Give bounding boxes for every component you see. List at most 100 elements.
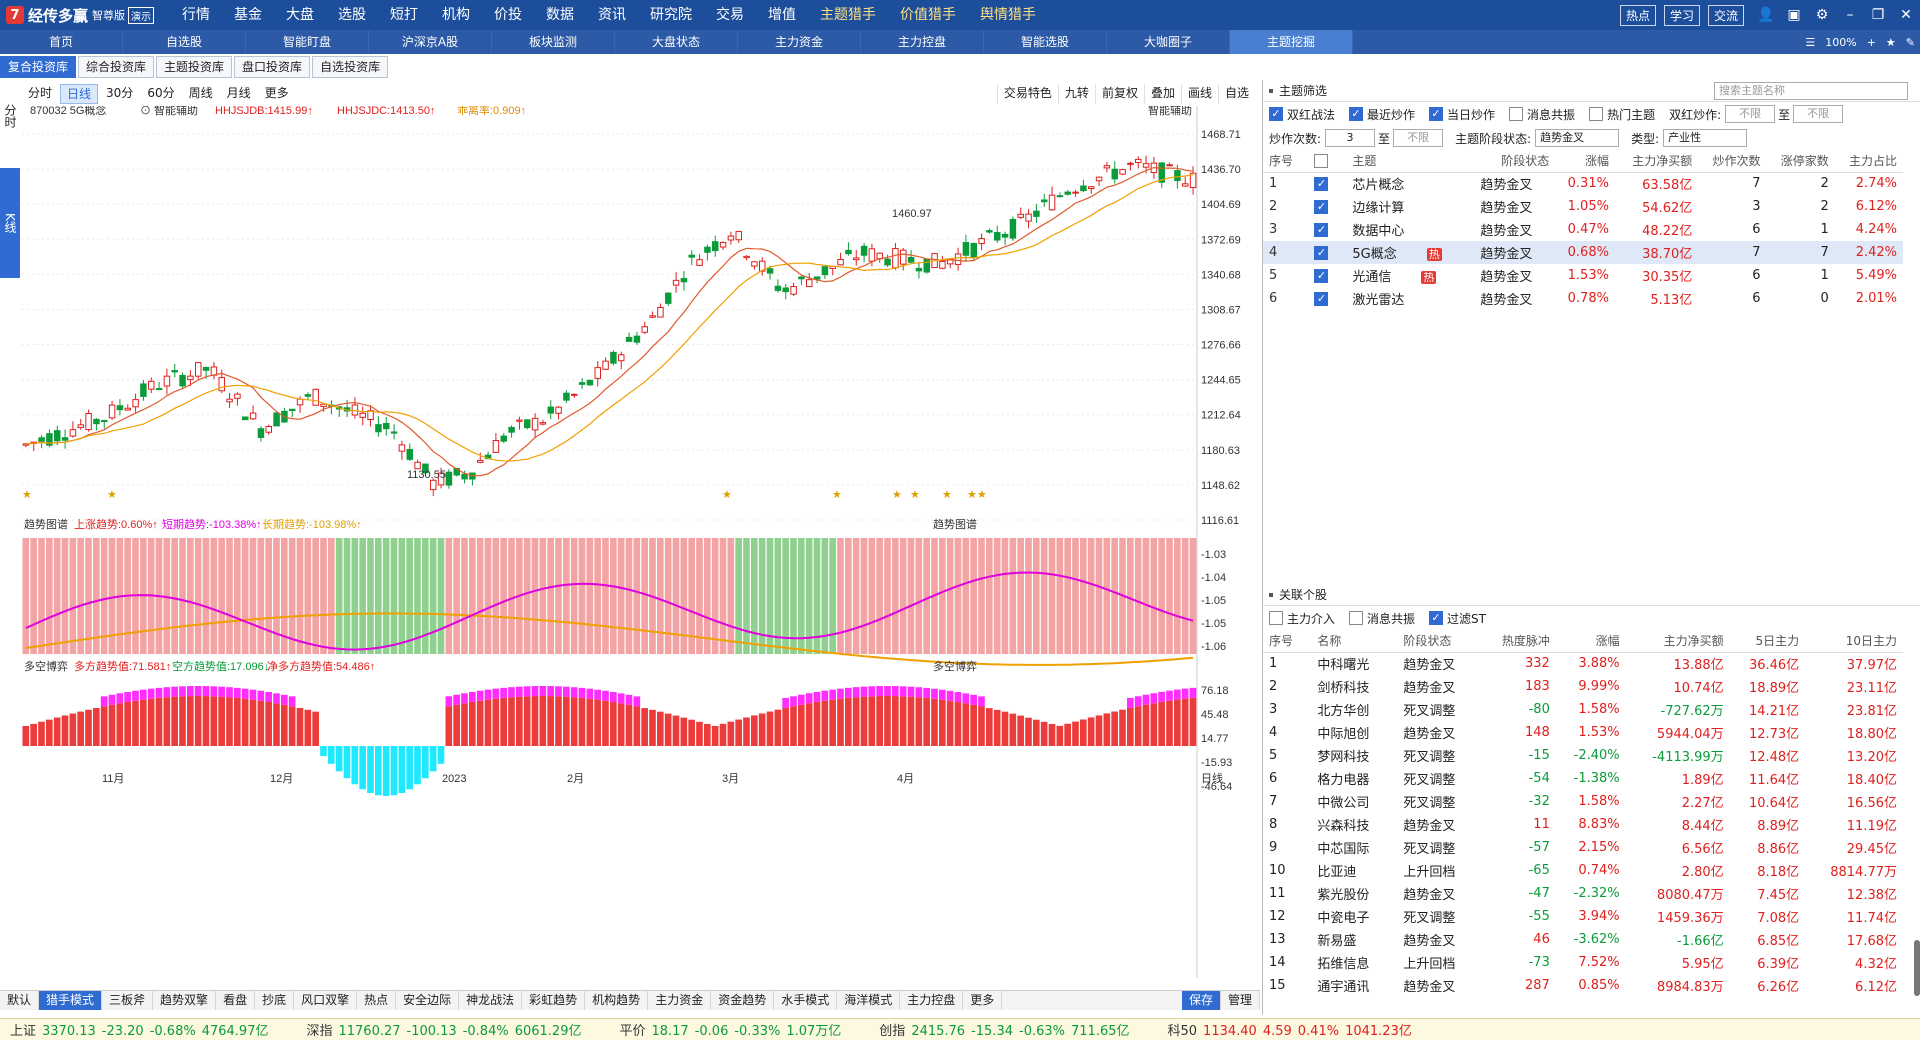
- theme-check-3[interactable]: 消息共振: [1509, 106, 1575, 123]
- checkbox[interactable]: [1589, 107, 1604, 121]
- theme-col-5[interactable]: 主力净买额: [1614, 150, 1699, 173]
- menu-item-0[interactable]: 行情: [170, 0, 222, 30]
- mode-tab-0[interactable]: 默认: [0, 991, 40, 1010]
- side-tab-kline[interactable]: K线: [0, 168, 20, 278]
- kline-chart-svg[interactable]: 870032 5G概念 ⊙ 智能辅助 HHJSJDB:1415.99↑ HHJSJDC…: [22, 103, 1259, 984]
- nav-tab-9[interactable]: 大咖圈子: [1107, 30, 1230, 54]
- index-3[interactable]: 创指 2415.76 -15.34 -0.63% 711.65亿: [869, 1020, 1135, 1039]
- nav-tab-10[interactable]: 主题挖掘: [1230, 30, 1353, 54]
- nav-tab-7[interactable]: 主力控盘: [861, 30, 984, 54]
- mode-tab-14[interactable]: 水手模式: [774, 991, 838, 1010]
- related-col-3[interactable]: 热度脉冲: [1483, 630, 1556, 653]
- theme-col-0[interactable]: 序号: [1263, 150, 1309, 173]
- related-row[interactable]: 1 中科曙光 趋势金叉 332 3.88% 13.88亿 36.46亿 37.97亿: [1263, 652, 1903, 675]
- settings-icon[interactable]: ⚙: [1808, 7, 1836, 23]
- index-1[interactable]: 深指 11760.27 -100.13 -0.84% 6061.29亿: [296, 1020, 587, 1039]
- theme-cell-cb[interactable]: ✓: [1308, 287, 1346, 310]
- pin-icon[interactable]: ✎: [1901, 36, 1920, 49]
- menu-icon[interactable]: ☰: [1800, 36, 1820, 49]
- theme-check-0[interactable]: ✓ 双红战法: [1269, 106, 1335, 123]
- related-check-1[interactable]: 消息共振: [1349, 610, 1415, 627]
- minimize-icon[interactable]: –: [1836, 7, 1864, 23]
- period-tab-4[interactable]: 周线: [183, 84, 219, 104]
- related-row[interactable]: 3 北方华创 死叉调整 -80 1.58% -727.62万 14.21亿 23.81亿: [1263, 698, 1903, 721]
- nav-tab-2[interactable]: 智能盯盘: [246, 30, 369, 54]
- related-col-0[interactable]: 序号: [1263, 630, 1312, 653]
- theme-col-7[interactable]: 涨停家数: [1766, 150, 1835, 173]
- checkbox[interactable]: ✓: [1269, 107, 1283, 121]
- library-tab-3[interactable]: 盘口投资库: [234, 56, 311, 78]
- related-row[interactable]: 5 梦网科技 死叉调整 -15 -2.40% -4113.99万 12.48亿 13.20亿: [1263, 744, 1903, 767]
- checkbox[interactable]: ✓: [1429, 611, 1444, 625]
- chart-tool-0[interactable]: 交易特色: [996, 84, 1058, 104]
- related-col-5[interactable]: 主力净买额: [1625, 630, 1730, 653]
- mode-tab-15[interactable]: 海洋模式: [837, 991, 901, 1010]
- chart-tool-1[interactable]: 九转: [1057, 84, 1095, 104]
- mode-tab-4[interactable]: 看盘: [216, 991, 256, 1010]
- mode-tab-7[interactable]: 热点: [357, 991, 397, 1010]
- period-tab-3[interactable]: 60分: [141, 84, 180, 104]
- theme-row[interactable]: 2 ✓ 边缘计算 趋势金叉 1.05% 54.62亿 3 2 6.12%: [1263, 195, 1903, 218]
- related-check-2[interactable]: ✓ 过滤ST: [1429, 610, 1486, 627]
- user-icon[interactable]: 👤: [1752, 7, 1780, 23]
- chart-tool-2[interactable]: 前复权: [1094, 84, 1144, 104]
- nav-tab-4[interactable]: 板块监测: [492, 30, 615, 54]
- select-all-checkbox[interactable]: [1314, 154, 1329, 168]
- mode-tab-12[interactable]: 主力资金: [648, 991, 712, 1010]
- menu-item-9[interactable]: 研究院: [638, 0, 704, 30]
- menu-item-3[interactable]: 选股: [326, 0, 378, 30]
- checkbox[interactable]: [1269, 611, 1283, 625]
- theme-cell-cb[interactable]: ✓: [1308, 218, 1346, 241]
- theme-row[interactable]: 5 ✓ 光通信 热 趋势金叉 1.53% 30.35亿 6 1 5.49%: [1263, 264, 1903, 287]
- related-row[interactable]: 12 中瓷电子 死叉调整 -55 3.94% 1459.36万 7.08亿 11.74亿: [1263, 905, 1903, 928]
- mode-tab-17[interactable]: 更多: [963, 991, 1003, 1010]
- checkbox[interactable]: [1509, 107, 1524, 121]
- theme-col-6[interactable]: 炒作次数: [1698, 150, 1767, 173]
- learn-button[interactable]: 学习: [1663, 4, 1700, 26]
- menu-item-5[interactable]: 机构: [430, 0, 482, 30]
- menu-hunter-2[interactable]: 舆情猎手: [968, 0, 1048, 30]
- nav-tab-5[interactable]: 大盘状态: [615, 30, 738, 54]
- mode-tab-9[interactable]: 神龙战法: [459, 991, 523, 1010]
- related-col-2[interactable]: 阶段状态: [1397, 630, 1484, 653]
- stage-select[interactable]: 趋势金叉: [1535, 129, 1620, 147]
- checkbox[interactable]: ✓: [1429, 107, 1444, 121]
- theme-cell-cb[interactable]: ✓: [1308, 264, 1346, 287]
- period-tab-0[interactable]: 分时: [22, 84, 58, 104]
- theme-cell-cb[interactable]: ✓: [1308, 172, 1346, 195]
- chart-tool-3[interactable]: 叠加: [1143, 84, 1181, 104]
- related-col-7[interactable]: 10日主力: [1805, 630, 1903, 653]
- menu-hunter-1[interactable]: 价值猎手: [888, 0, 968, 30]
- theme-search-input[interactable]: 搜索主题名称: [1714, 82, 1908, 100]
- related-row[interactable]: 8 兴森科技 趋势金叉 11 8.83% 8.44亿 8.89亿 11.19亿: [1263, 813, 1903, 836]
- period-tab-2[interactable]: 30分: [100, 84, 139, 104]
- menu-item-6[interactable]: 价投: [482, 0, 534, 30]
- restore-icon[interactable]: ❐: [1864, 7, 1892, 23]
- theme-cell-cb[interactable]: ✓: [1308, 241, 1347, 264]
- menu-item-4[interactable]: 短打: [378, 0, 430, 30]
- zoom-in-icon[interactable]: +: [1862, 36, 1881, 49]
- mode-tab-2[interactable]: 三板斧: [102, 991, 154, 1010]
- menu-item-1[interactable]: 基金: [222, 0, 274, 30]
- hot-button[interactable]: 热点: [1619, 4, 1656, 26]
- related-col-4[interactable]: 涨幅: [1555, 630, 1626, 653]
- theme-check-2[interactable]: ✓ 当日炒作: [1429, 106, 1495, 123]
- nav-tab-0[interactable]: 首页: [0, 30, 123, 54]
- nav-tab-3[interactable]: 沪深京A股: [369, 30, 492, 54]
- related-row[interactable]: 10 比亚迪 上升回档 -65 0.74% 2.80亿 8.18亿 8814.77万: [1263, 859, 1903, 882]
- nav-tab-8[interactable]: 智能选股: [984, 30, 1107, 54]
- mode-action-1[interactable]: 管理: [1221, 991, 1260, 1010]
- theme-col-8[interactable]: 主力占比: [1834, 150, 1903, 173]
- theme-row[interactable]: 6 ✓ 激光雷达 趋势金叉 0.78% 5.13亿 6 0 2.01%: [1263, 287, 1903, 310]
- mode-tab-5[interactable]: 抄底: [255, 991, 295, 1010]
- mode-tab-10[interactable]: 彩虹趋势: [522, 991, 586, 1010]
- menu-item-10[interactable]: 交易: [704, 0, 756, 30]
- close-icon[interactable]: ✕: [1892, 7, 1920, 23]
- mode-tab-11[interactable]: 机构趋势: [585, 991, 649, 1010]
- related-row[interactable]: 15 通宇通讯 趋势金叉 287 0.85% 8984.83万 6.26亿 6.12亿: [1263, 974, 1903, 997]
- library-tab-4[interactable]: 自选投资库: [312, 56, 389, 78]
- row-checkbox[interactable]: ✓: [1314, 176, 1329, 191]
- shuanghong-from-input[interactable]: 不限: [1725, 105, 1776, 123]
- theme-col-2[interactable]: 主题: [1346, 150, 1475, 173]
- chart-tool-5[interactable]: 自选: [1217, 84, 1255, 104]
